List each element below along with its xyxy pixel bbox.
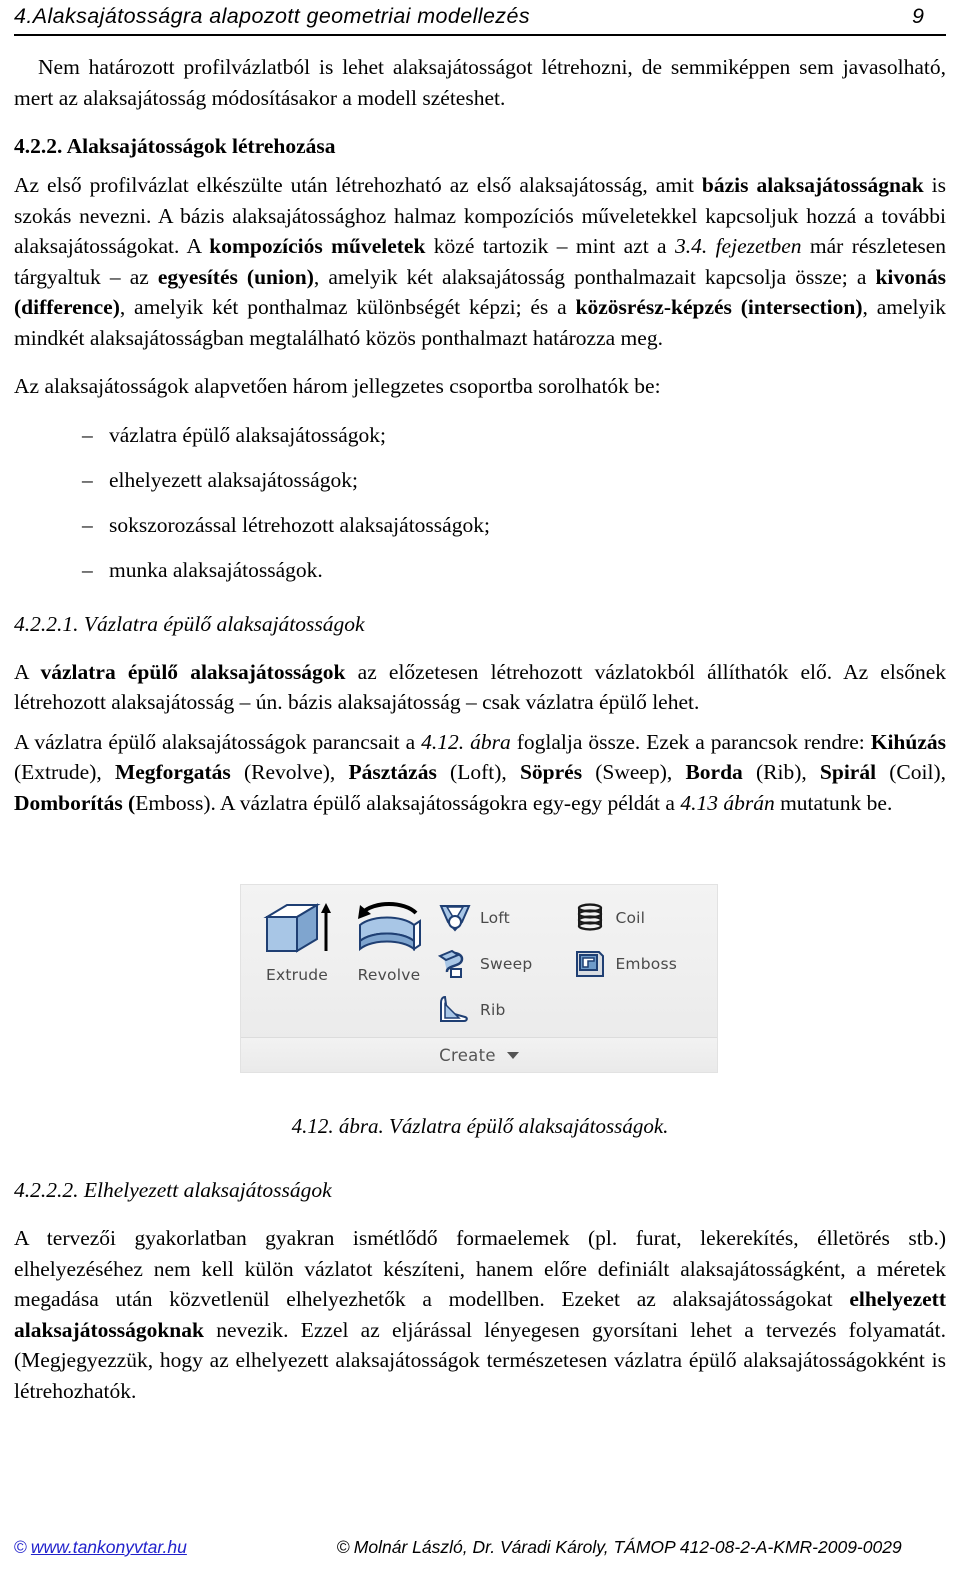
sweep-label: Sweep (480, 954, 533, 973)
intro-paragraph: Nem határozott profilvázlatból is lehet … (14, 55, 946, 110)
list-item: – elhelyezett alaksajátosságok; (14, 465, 946, 495)
txt-a: Az első profilvázlat elkészülte után lét… (14, 173, 702, 197)
txt-b3: Pásztázás (348, 760, 437, 784)
emboss-icon (570, 945, 610, 983)
list-dash: – (82, 512, 93, 537)
paragraph-three-groups: Az alaksajátosságok alapvetően három jel… (14, 374, 661, 398)
running-header: 4.Alaksajátosságra alapozott geometriai … (14, 4, 946, 29)
rib-label: Rib (480, 1000, 506, 1019)
txt-b: foglalja össze. Ezek a parancsok rendre: (510, 729, 871, 754)
txt-n2: (Revolve), (230, 760, 349, 784)
revolve-button[interactable]: Revolve (343, 893, 435, 984)
document-body: Nem határozott profilvázlatból is lehet … (14, 52, 946, 818)
txt-b2: kompozíciós műveletek (209, 234, 426, 258)
txt-i1: 4.12. ábra (421, 729, 511, 754)
txt-b3: egyesítés (union) (157, 264, 314, 289)
loft-button[interactable]: Loft (435, 897, 532, 938)
rib-icon (435, 991, 475, 1029)
footer-link[interactable]: © www.tankonyvtar.hu (14, 1537, 187, 1558)
txt-d: közé tartozik – mint azt a (425, 234, 675, 258)
txt-a: A vázlatra épülő alaksajátosságok paranc… (14, 729, 422, 754)
list-dash: – (82, 422, 93, 447)
list-item: – sokszorozással létrehozott alaksajátoss… (14, 510, 946, 540)
list-item-label: munka alaksajátosságok. (109, 557, 323, 582)
chevron-down-icon[interactable] (506, 1051, 519, 1059)
small-buttons-column-2: Coil Emboss (570, 893, 677, 984)
sweep-button[interactable]: Sweep (435, 943, 532, 984)
heading-4-2-2-2: 4.2.2.2. Elhelyezett alaksajátosságok (14, 1178, 332, 1202)
document-page: 4.Alaksajátosságra alapozott geometriai … (0, 0, 960, 1580)
txt-b1: bázis alaksajátosságnak (701, 173, 924, 197)
footer-url[interactable]: www.tankonyvtar.hu (31, 1537, 187, 1557)
list-dash: – (82, 557, 93, 582)
list-item: – vázlatra épülő alaksajátosságok; (14, 420, 946, 450)
txt-b2: Megforgatás (114, 760, 231, 784)
txt-b6: Spirál (819, 760, 877, 784)
emboss-button[interactable]: Emboss (570, 943, 677, 984)
create-ribbon-panel: Extrude Revolve Loft Sweep Rib Coil Embo… (240, 884, 718, 1073)
emboss-label: Emboss (615, 954, 678, 973)
txt-n4: (Sweep), (582, 760, 686, 784)
txt-b1: Kihúzás (870, 729, 946, 754)
paragraph-composition-ops: Az első profilvázlat elkészülte után lét… (14, 170, 946, 353)
footer-credit: © Molnár László, Dr. Váradi Károly, TÁMOP… (337, 1537, 902, 1558)
header-page-number: 9 (912, 4, 924, 28)
extrude-icon (261, 899, 333, 961)
create-panel-footer[interactable]: Create (241, 1037, 717, 1072)
txt-i2: 4.13 ábrán (680, 790, 775, 815)
txt-b7: Domborítás ( (14, 790, 136, 815)
copyright-icon: © (14, 1537, 27, 1557)
feature-group-list: – vázlatra épülő alaksajátosságok; – elhel… (14, 420, 946, 585)
paragraph-sketch-based-1: A vázlatra épülő alaksajátosságok az elő… (14, 657, 946, 718)
txt-f: , amelyik két alaksajátosság ponthalmaza… (313, 264, 876, 289)
header-title: 4.Alaksajátosságra alapozott geometriai … (14, 4, 530, 28)
txt-b5: Borda (685, 760, 743, 784)
list-item-label: sokszorozással létrehozott alaksajátossá… (109, 512, 490, 537)
rib-button[interactable]: Rib (435, 989, 532, 1030)
page-footer: © www.tankonyvtar.hu © Molnár László, Dr. … (14, 1537, 946, 1558)
coil-label: Coil (615, 908, 646, 927)
list-item-label: elhelyezett alaksajátosságok; (109, 467, 358, 492)
list-dash: – (82, 467, 93, 492)
extrude-button[interactable]: Extrude (251, 893, 343, 984)
coil-icon (570, 899, 610, 937)
txt-z: mutatunk be. (774, 790, 893, 815)
document-body-lower: 4.2.2.2. Elhelyezett alaksajátosságok A … (14, 1175, 946, 1406)
revolve-icon (352, 899, 426, 961)
ribbon-panel-body: Extrude Revolve Loft Sweep Rib Coil Embo… (241, 885, 717, 1037)
extrude-label: Extrude (265, 966, 328, 984)
txt-n5: (Rib), (742, 760, 820, 784)
txt-n3: (Loft), (436, 760, 520, 784)
list-item: – munka alaksajátosságok. (14, 555, 946, 585)
footer-credit-text: Molnár László, Dr. Váradi Károly, TÁMOP … (353, 1537, 902, 1557)
txt-n7: Emboss). A vázlatra épülő alaksajátosság… (135, 790, 681, 815)
txt-b1: vázlatra épülő alaksajátosságok (40, 659, 346, 684)
paragraph-sketch-based-2: A vázlatra épülő alaksajátosságok paranc… (14, 727, 946, 819)
small-buttons-column-1: Loft Sweep Rib (435, 893, 532, 1030)
copyright-icon: © (336, 1537, 350, 1557)
txt-b4: Söprés (519, 760, 583, 784)
txt-i1: 3.4. fejezetben (674, 234, 802, 258)
txt-n1: (Extrude), (14, 760, 115, 784)
loft-label: Loft (480, 908, 510, 927)
header-divider (14, 34, 946, 36)
figure-4-12: Extrude Revolve Loft Sweep Rib Coil Embo… (240, 884, 718, 1073)
txt-a: A (14, 659, 41, 684)
coil-button[interactable]: Coil (570, 897, 677, 938)
revolve-label: Revolve (357, 966, 421, 984)
txt-n6: (Coil), (876, 760, 946, 784)
txt-a: A tervezői gyakorlatban gyakran ismétlőd… (14, 1226, 946, 1311)
paragraph-placed-features: A tervezői gyakorlatban gyakran ismétlőd… (14, 1223, 946, 1406)
txt-b5: közösrész-képzés (intersection) (575, 295, 863, 319)
heading-4-2-2: 4.2.2. Alaksajátosságok létrehozása (14, 134, 336, 158)
figure-caption: 4.12. ábra. Vázlatra épülő alaksajátossá… (291, 1114, 669, 1138)
create-panel-title: Create (439, 1045, 496, 1065)
loft-icon (435, 899, 475, 937)
heading-4-2-2-1: 4.2.2.1. Vázlatra épülő alaksajátosságok (14, 611, 365, 636)
list-item-label: vázlatra épülő alaksajátosságok; (109, 422, 387, 447)
txt-g: , amelyik két ponthalmaz különbségét kép… (119, 295, 576, 319)
sweep-icon (435, 945, 475, 983)
